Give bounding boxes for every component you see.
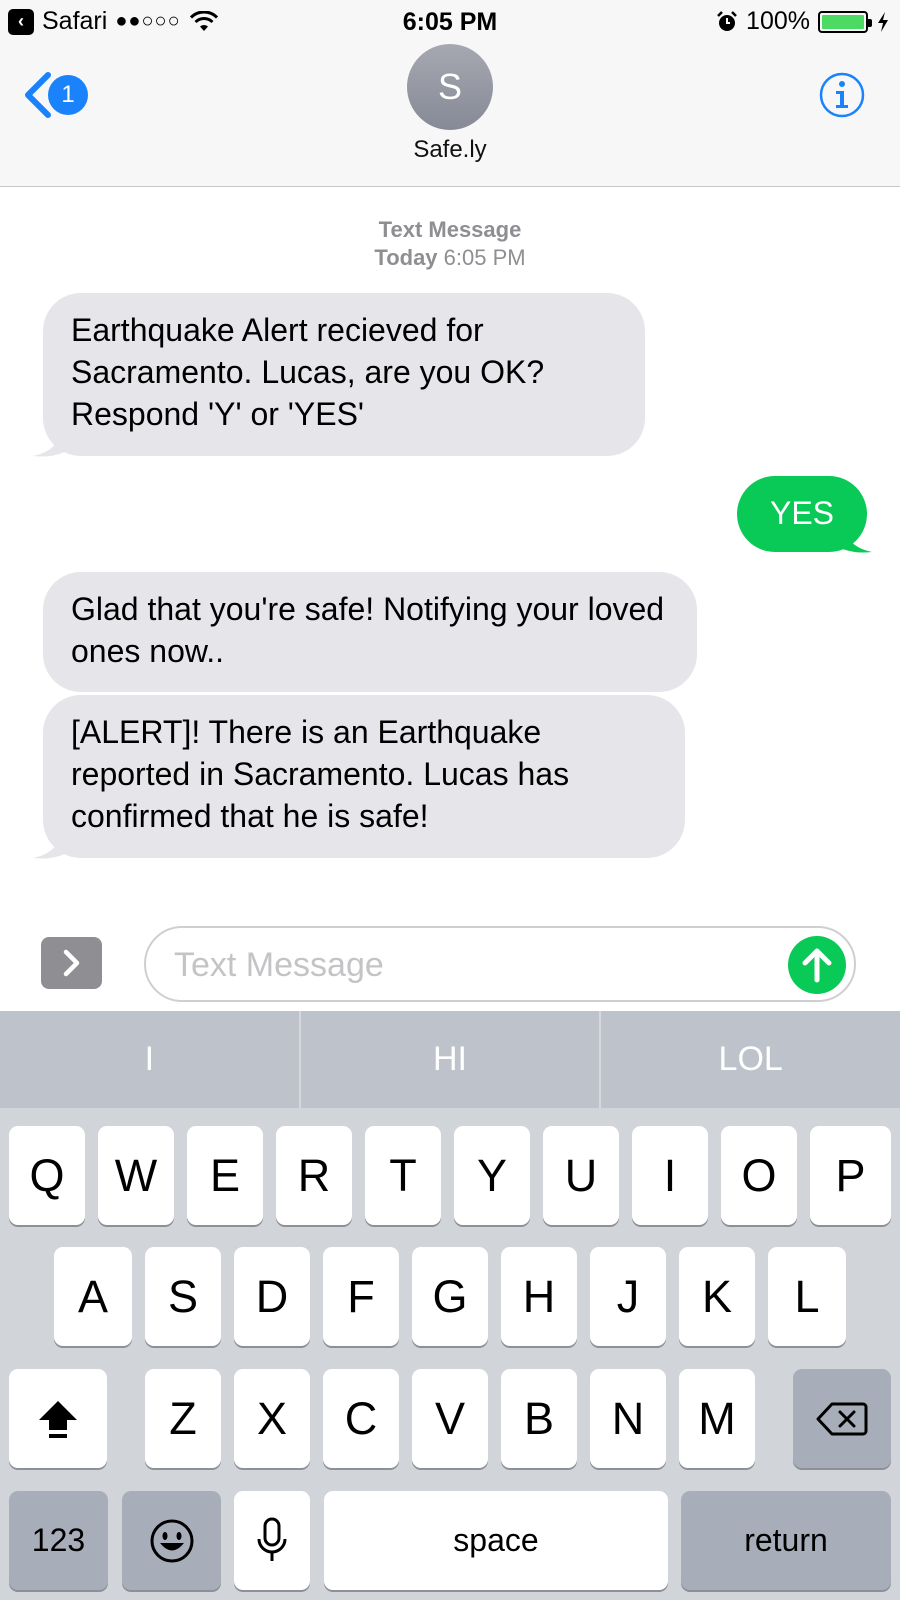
bubble-tail	[832, 516, 872, 553]
key-f[interactable]: F	[323, 1247, 399, 1346]
shift-icon	[39, 1400, 77, 1438]
key-p[interactable]: P	[810, 1126, 891, 1225]
bubble-tail	[33, 420, 73, 457]
key-c[interactable]: C	[323, 1369, 399, 1468]
back-button[interactable]: 1	[22, 72, 88, 118]
key-m[interactable]: M	[679, 1369, 755, 1468]
key-e[interactable]: E	[187, 1126, 263, 1225]
message-text: [ALERT]! There is an Earthquake reported…	[71, 714, 570, 834]
battery-icon	[818, 10, 872, 33]
contact-avatar[interactable]: S	[407, 44, 493, 130]
message-input[interactable]	[172, 940, 772, 990]
key-h[interactable]: H	[501, 1247, 577, 1346]
date-label: Today	[374, 245, 438, 270]
key-x[interactable]: X	[234, 1369, 310, 1468]
status-bar: ‹ Safari ●●○○○ 6:05 PM 100%	[0, 0, 900, 44]
service-label: Text Message	[378, 217, 522, 242]
emoji-icon	[150, 1519, 193, 1562]
delete-key[interactable]	[793, 1369, 891, 1468]
dictation-key[interactable]	[234, 1491, 310, 1590]
return-key[interactable]: return	[681, 1491, 891, 1590]
backspace-icon	[816, 1402, 868, 1435]
key-s[interactable]: S	[145, 1247, 221, 1346]
time-label: 6:05 PM	[443, 245, 526, 270]
chevron-right-icon	[63, 949, 80, 977]
key-z[interactable]: Z	[145, 1369, 221, 1468]
message-text: Glad that you're safe! Notifying your lo…	[71, 591, 665, 669]
suggestion-item[interactable]: HI	[301, 1011, 600, 1108]
send-button[interactable]	[788, 936, 846, 994]
predictive-bar: I HI LOL	[0, 1011, 900, 1108]
arrow-up-icon	[802, 948, 832, 983]
emoji-key[interactable]	[122, 1491, 221, 1590]
received-message-bubble[interactable]: Earthquake Alert recieved for Sacramento…	[43, 293, 645, 456]
key-i[interactable]: I	[632, 1126, 708, 1225]
key-t[interactable]: T	[365, 1126, 441, 1225]
key-b[interactable]: B	[501, 1369, 577, 1468]
suggestion-item[interactable]: LOL	[601, 1011, 900, 1108]
key-n[interactable]: N	[590, 1369, 666, 1468]
key-a[interactable]: A	[54, 1247, 132, 1346]
app-drawer-button[interactable]	[41, 937, 102, 989]
message-input-container	[144, 926, 856, 1002]
key-v[interactable]: V	[412, 1369, 488, 1468]
suggestion-item[interactable]: I	[0, 1011, 299, 1108]
unread-count-badge: 1	[48, 75, 88, 115]
key-k[interactable]: K	[679, 1247, 755, 1346]
message-timestamp-header: Text Message Today 6:05 PM	[0, 216, 900, 272]
bubble-tail	[33, 822, 73, 859]
keyboard: I HI LOL Q W E R T Y U I O P A S D F G H…	[0, 1011, 900, 1600]
key-l[interactable]: L	[768, 1247, 846, 1346]
alarm-icon	[717, 10, 737, 31]
key-o[interactable]: O	[721, 1126, 797, 1225]
received-message-bubble[interactable]: Glad that you're safe! Notifying your lo…	[43, 572, 697, 692]
message-text: Earthquake Alert recieved for Sacramento…	[71, 312, 545, 432]
key-r[interactable]: R	[276, 1126, 352, 1225]
message-text: YES	[769, 495, 835, 531]
numbers-key[interactable]: 123	[9, 1491, 108, 1590]
charging-icon	[878, 11, 888, 32]
key-q[interactable]: Q	[9, 1126, 85, 1225]
conversation-header: 1 S Safe.ly	[0, 44, 900, 187]
key-y[interactable]: Y	[454, 1126, 530, 1225]
contact-name[interactable]: Safe.ly	[0, 136, 900, 164]
info-icon[interactable]	[818, 71, 866, 119]
key-g[interactable]: G	[412, 1247, 488, 1346]
battery-percent: 100%	[746, 7, 810, 35]
key-d[interactable]: D	[234, 1247, 310, 1346]
key-u[interactable]: U	[543, 1126, 619, 1225]
microphone-icon	[257, 1517, 287, 1561]
space-key[interactable]: space	[324, 1491, 668, 1590]
shift-key[interactable]	[9, 1369, 107, 1468]
received-message-bubble[interactable]: [ALERT]! There is an Earthquake reported…	[43, 695, 685, 858]
key-j[interactable]: J	[590, 1247, 666, 1346]
key-w[interactable]: W	[98, 1126, 174, 1225]
